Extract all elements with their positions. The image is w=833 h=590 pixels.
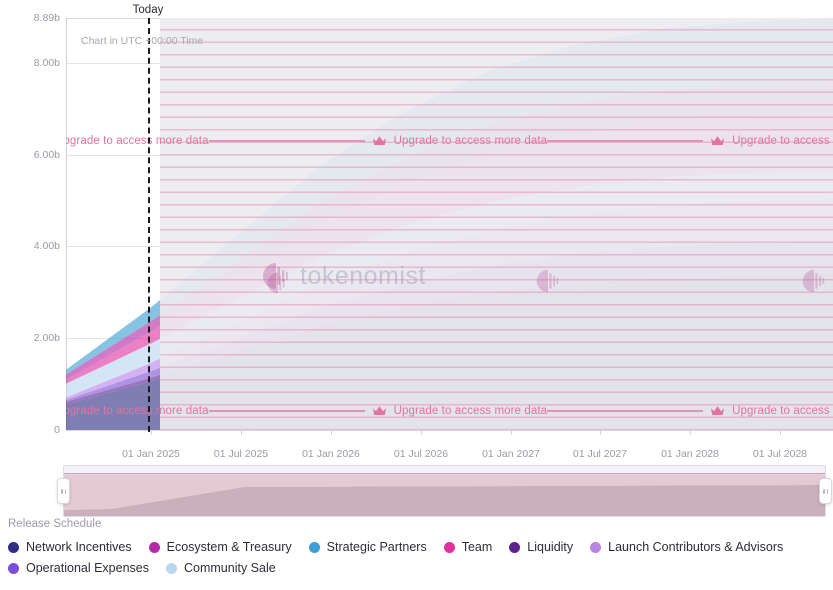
x-axis-tickmark [690,430,691,435]
legend-color-swatch-icon [308,541,320,553]
legend-item-label: Operational Expenses [26,561,149,575]
upgrade-cta[interactable]: Upgrade to access more data [286,405,626,417]
crown-icon [372,405,387,417]
legend-item[interactable]: Liquidity [509,540,573,554]
legend-item-label: Strategic Partners [326,540,427,554]
tokenomics-release-schedule-chart: 8.89b 8.00b 6.00b 4.00b 2.00b 0 tokenomi… [0,0,833,590]
upgrade-divider-rule [625,140,704,142]
legend-color-swatch-icon [443,541,455,553]
x-axis-tick: 01 Jan 2027 [482,448,540,460]
today-marker-line [148,18,150,432]
y-axis-tick: 6.00b [33,149,60,161]
legend-color-swatch-icon [509,541,521,553]
brush-selection-window[interactable] [64,473,825,516]
crown-icon [372,135,387,147]
upgrade-cta[interactable]: Upgrade to access more data [66,135,287,147]
gridline [66,430,833,431]
upgrade-divider-rule [286,140,365,142]
legend-color-swatch-icon [166,562,177,574]
upgrade-divider-rule [625,410,704,412]
stacked-area-plot[interactable]: tokenomist Upgrade to access more data U… [66,18,833,430]
x-axis-tickmark [421,430,422,435]
upgrade-divider-rule [208,410,287,412]
legend-item[interactable]: Ecosystem & Treasury [148,540,292,554]
today-marker-label: Today [132,4,164,16]
legend-color-swatch-icon [8,562,19,574]
chart-legend: Release Schedule Network Incentives Ecosy… [8,518,828,582]
x-axis-tick: 01 Jul 2028 [752,448,808,460]
legend-item[interactable]: Strategic Partners [308,540,427,554]
upgrade-cta-label[interactable]: Upgrade to access more data [66,135,209,147]
x-axis-tickmark [241,430,242,435]
x-axis-tickmark [331,430,332,435]
locked-stripe-pattern [160,18,833,430]
upgrade-cta[interactable]: Upgrade to access more data [625,135,833,147]
upgrade-divider-rule [208,140,287,142]
legend-item-label: Ecosystem & Treasury [166,540,292,554]
upgrade-banner-row-top[interactable]: Upgrade to access more data Upgrade to ac… [66,133,833,149]
x-axis-tick: 01 Jan 2025 [122,448,180,460]
y-axis-tick: 8.00b [33,57,60,69]
upgrade-cta[interactable]: Upgrade to access more data [286,135,626,147]
legend-rows: Network Incentives Ecosystem & Treasury St… [8,540,828,575]
y-axis-tick: 8.89b [33,12,60,24]
legend-item[interactable]: Community Sale [166,561,276,575]
brush-handle-right[interactable] [819,478,832,504]
legend-item[interactable]: Launch Contributors & Advisors [590,540,783,554]
x-axis-tickmark [780,430,781,435]
upgrade-cta-label[interactable]: Upgrade to access more data [66,405,209,417]
y-axis-tick: 2.00b [33,332,60,344]
upgrade-cta[interactable]: Upgrade to access more data [66,405,287,417]
legend-item[interactable]: Network Incentives [8,540,132,554]
timezone-note: Chart in UTC +00:00 Time [81,35,204,47]
legend-item[interactable]: Team [443,540,493,554]
x-axis-tick: 01 Jan 2028 [661,448,719,460]
x-axis-tickmark [151,430,152,435]
y-axis-tick: 0 [54,424,60,436]
upgrade-cta-label[interactable]: Upgrade to access more data [394,135,548,147]
x-axis-tick: 01 Jan 2026 [302,448,360,460]
upgrade-cta-label[interactable]: Upgrade to access more data [732,135,833,147]
crown-icon [710,405,725,417]
brush-track[interactable] [63,465,826,517]
legend-item-label: Launch Contributors & Advisors [608,540,784,554]
legend-color-swatch-icon [590,541,602,553]
legend-item-label: Network Incentives [26,540,132,554]
chart-canvas[interactable]: 8.89b 8.00b 6.00b 4.00b 2.00b 0 tokenomi… [0,0,833,460]
legend-item[interactable]: Operational Expenses [8,561,149,575]
legend-color-swatch-icon [148,541,160,553]
x-axis-tickmark [600,430,601,435]
paywall-locked-region[interactable] [160,18,833,430]
x-axis-tick: 01 Jul 2025 [213,448,269,460]
upgrade-cta-label[interactable]: Upgrade to access more data [732,405,833,417]
upgrade-banner-row-bottom[interactable]: Upgrade to access more data Upgrade to ac… [66,403,833,419]
legend-item-label: Liquidity [527,540,574,554]
crown-icon [710,135,725,147]
upgrade-divider-rule [547,140,626,142]
upgrade-cta[interactable]: Upgrade to access more data [625,405,833,417]
legend-item-label: Team [461,540,493,554]
upgrade-divider-rule [547,410,626,412]
brush-handle-left[interactable] [57,478,70,504]
legend-color-swatch-icon [8,541,19,553]
x-axis-tick: 01 Jul 2027 [572,448,628,460]
legend-title: Release Schedule [8,518,102,530]
y-axis-tick: 4.00b [33,240,60,252]
upgrade-cta-label[interactable]: Upgrade to access more data [394,405,548,417]
x-axis-tick: 01 Jul 2026 [393,448,449,460]
x-axis-tickmark [511,430,512,435]
legend-row: Network Incentives Ecosystem & Treasury St… [8,540,828,554]
range-brush-selector[interactable] [57,465,832,517]
legend-item-label: Community Sale [184,561,276,575]
legend-row: Operational Expenses Community Sale [8,561,828,575]
upgrade-divider-rule [286,410,365,412]
